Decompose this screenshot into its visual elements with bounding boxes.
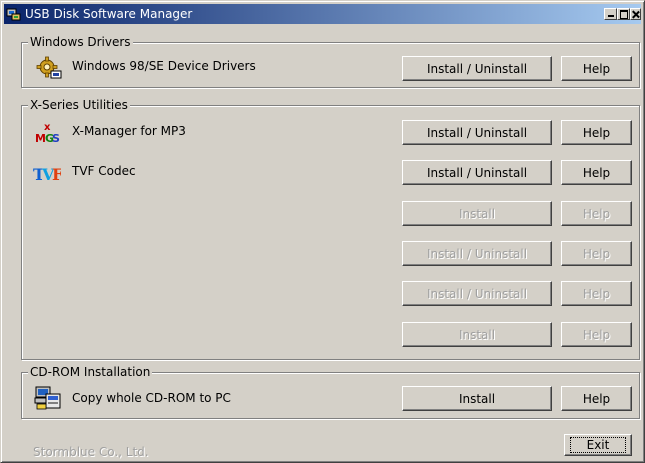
usb-app-icon: [6, 8, 21, 21]
install-uninstall-button-drivers[interactable]: Install / Uninstall: [402, 56, 552, 81]
xmg-logo-icon: x M G S: [35, 122, 60, 145]
help-button-cd-rom[interactable]: Help: [561, 386, 632, 411]
svg-text:F: F: [52, 165, 61, 184]
window-title: USB Disk Software Manager: [25, 7, 193, 21]
title-bar[interactable]: USB Disk Software Manager: [4, 4, 641, 24]
driver-gear-icon: [36, 56, 62, 79]
app-window: USB Disk Software Manager Windows Driver…: [0, 0, 645, 463]
help-button-x-manager[interactable]: Help: [561, 120, 632, 145]
item-label-x-manager: X-Manager for MP3: [72, 124, 186, 138]
help-button-drivers[interactable]: Help: [561, 56, 632, 81]
svg-text:S: S: [52, 132, 60, 145]
group-label-x-series: X-Series Utilities: [28, 97, 130, 113]
install-uninstall-button-slot-5: Install / Uninstall: [402, 281, 552, 306]
help-button-slot-5: Help: [561, 281, 632, 306]
install-button-slot-6: Install: [402, 322, 552, 347]
install-button-slot-3: Install: [402, 201, 552, 226]
group-label-windows-drivers: Windows Drivers: [28, 34, 133, 50]
install-uninstall-button-x-manager[interactable]: Install / Uninstall: [402, 120, 552, 145]
install-uninstall-button-slot-4: Install / Uninstall: [402, 241, 552, 266]
help-button-slot-4: Help: [561, 241, 632, 266]
close-button[interactable]: [630, 8, 641, 20]
help-button-tvf[interactable]: Help: [561, 160, 632, 185]
tvf-logo-icon: T V F: [33, 165, 61, 184]
item-label-copy-cd-rom: Copy whole CD-ROM to PC: [72, 391, 231, 405]
install-button-cd-rom[interactable]: Install: [402, 386, 552, 411]
minimize-button[interactable]: [604, 8, 617, 20]
help-button-slot-3: Help: [561, 201, 632, 226]
install-uninstall-button-tvf[interactable]: Install / Uninstall: [402, 160, 552, 185]
item-label-tvf-codec: TVF Codec: [72, 164, 136, 178]
company-name: Stormblue Co., Ltd.: [33, 445, 149, 459]
maximize-button[interactable]: [617, 8, 630, 20]
exit-button[interactable]: Exit: [564, 434, 632, 456]
exit-label: Exit: [569, 437, 627, 453]
help-button-slot-6: Help: [561, 322, 632, 347]
item-label-windows-drivers: Windows 98/SE Device Drivers: [72, 59, 256, 73]
group-label-cd-rom: CD-ROM Installation: [28, 364, 153, 380]
computer-setup-icon: [34, 386, 61, 410]
